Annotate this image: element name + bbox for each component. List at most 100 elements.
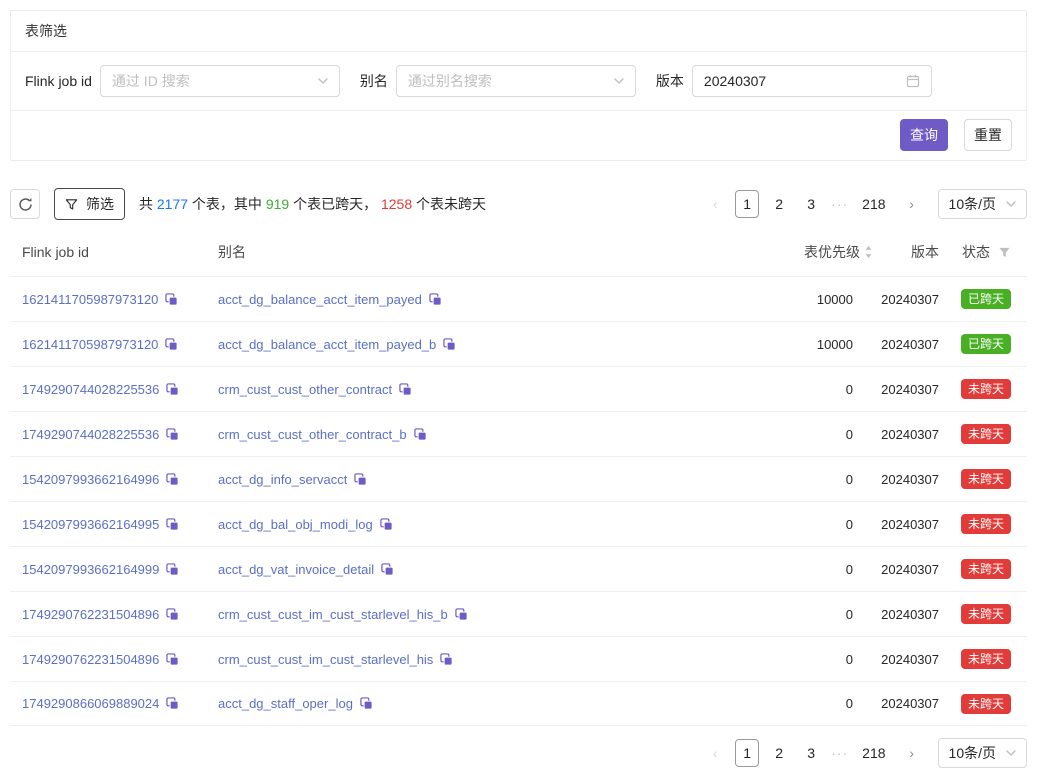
table-row: 1621411705987973120 acct_dg_balance_acct… bbox=[10, 321, 1027, 366]
next-page-button[interactable]: › bbox=[900, 190, 924, 218]
alias-cell: crm_cust_cust_im_cust_starlevel_his_b bbox=[206, 607, 723, 622]
flink-job-id-link[interactable]: 1749290762231504896 bbox=[22, 652, 159, 667]
version-cell: 20240307 bbox=[873, 382, 943, 397]
header-status: 状态 bbox=[943, 242, 1027, 262]
status-badge: 未跨天 bbox=[961, 559, 1011, 579]
flink-job-id-link[interactable]: 1542097993662164999 bbox=[22, 562, 159, 577]
copy-icon[interactable] bbox=[166, 383, 179, 396]
copy-icon[interactable] bbox=[166, 697, 179, 710]
page-button-last[interactable]: 218 bbox=[856, 190, 891, 218]
page-size-select[interactable]: 10条/页 bbox=[938, 189, 1027, 219]
copy-icon[interactable] bbox=[399, 383, 412, 396]
header-alias: 别名 bbox=[206, 242, 723, 262]
status-cell: 已跨天 bbox=[943, 289, 1027, 309]
filter-toggle-button[interactable]: 筛选 bbox=[54, 188, 125, 220]
copy-icon[interactable] bbox=[380, 518, 393, 531]
alias-link[interactable]: crm_cust_cust_other_contract bbox=[218, 382, 392, 397]
copy-icon[interactable] bbox=[360, 697, 373, 710]
version-date-input[interactable]: 20240307 bbox=[692, 65, 932, 97]
copy-icon[interactable] bbox=[166, 653, 179, 666]
flink-job-id-select[interactable]: 通过 ID 搜索 bbox=[100, 65, 340, 97]
page-button-2[interactable]: 2 bbox=[767, 190, 791, 218]
header-version: 版本 bbox=[873, 242, 943, 262]
flink-job-id-cell: 1749290866069889024 bbox=[10, 696, 206, 711]
flink-job-id-link[interactable]: 1621411705987973120 bbox=[22, 337, 158, 352]
flink-job-id-link[interactable]: 1542097993662164996 bbox=[22, 472, 159, 487]
flink-job-id-placeholder: 通过 ID 搜索 bbox=[112, 71, 310, 91]
refresh-button[interactable] bbox=[10, 189, 40, 219]
sort-icon[interactable] bbox=[864, 245, 873, 259]
page-button-2[interactable]: 2 bbox=[767, 739, 791, 767]
prev-page-button[interactable]: ‹ bbox=[703, 739, 727, 767]
page-button-1[interactable]: 1 bbox=[735, 739, 759, 767]
alias-link[interactable]: acct_dg_balance_acct_item_payed bbox=[218, 292, 422, 307]
page-button-3[interactable]: 3 bbox=[799, 190, 823, 218]
copy-icon[interactable] bbox=[455, 608, 468, 621]
copy-icon[interactable] bbox=[429, 293, 442, 306]
alias-link[interactable]: acct_dg_staff_oper_log bbox=[218, 696, 353, 711]
version-value: 20240307 bbox=[704, 73, 898, 89]
copy-icon[interactable] bbox=[381, 563, 394, 576]
copy-icon[interactable] bbox=[166, 608, 179, 621]
page-button-3[interactable]: 3 bbox=[799, 739, 823, 767]
flink-job-id-link[interactable]: 1749290762231504896 bbox=[22, 607, 159, 622]
query-button[interactable]: 查询 bbox=[900, 119, 948, 151]
alias-select[interactable]: 通过别名搜索 bbox=[396, 65, 636, 97]
page-size-select[interactable]: 10条/页 bbox=[938, 738, 1027, 768]
filter-funnel-icon[interactable] bbox=[998, 246, 1011, 259]
priority-cell: 0 bbox=[723, 562, 873, 577]
alias-cell: acct_dg_vat_invoice_detail bbox=[206, 562, 723, 577]
copy-icon[interactable] bbox=[165, 338, 178, 351]
copy-icon[interactable] bbox=[166, 518, 179, 531]
page-ellipsis[interactable]: ··· bbox=[831, 196, 848, 212]
flink-job-id-cell: 1749290762231504896 bbox=[10, 652, 206, 667]
priority-cell: 0 bbox=[723, 517, 873, 532]
alias-link[interactable]: crm_cust_cust_other_contract_b bbox=[218, 427, 407, 442]
priority-cell: 10000 bbox=[723, 337, 873, 352]
flink-job-id-link[interactable]: 1542097993662164995 bbox=[22, 517, 159, 532]
priority-cell: 0 bbox=[723, 696, 873, 711]
summary-uncrossed: 1258 bbox=[381, 196, 412, 212]
alias-link[interactable]: crm_cust_cust_im_cust_starlevel_his bbox=[218, 652, 433, 667]
table-row: 1749290744028225536 crm_cust_cust_other_… bbox=[10, 366, 1027, 411]
flink-job-id-link[interactable]: 1621411705987973120 bbox=[22, 292, 158, 307]
copy-icon[interactable] bbox=[443, 338, 456, 351]
page-button-last[interactable]: 218 bbox=[856, 739, 891, 767]
page-button-1[interactable]: 1 bbox=[735, 190, 759, 218]
copy-icon[interactable] bbox=[166, 473, 179, 486]
flink-job-id-link[interactable]: 1749290866069889024 bbox=[22, 696, 159, 711]
flink-job-id-link[interactable]: 1749290744028225536 bbox=[22, 427, 159, 442]
chevron-down-icon bbox=[1006, 201, 1016, 207]
copy-icon[interactable] bbox=[440, 653, 453, 666]
flink-job-id-label: Flink job id bbox=[25, 73, 92, 89]
status-badge: 已跨天 bbox=[961, 289, 1011, 309]
flink-job-id-cell: 1749290744028225536 bbox=[10, 427, 206, 442]
prev-page-button[interactable]: ‹ bbox=[703, 190, 727, 218]
filter-panel: 表筛选 Flink job id 通过 ID 搜索 别名 通过别名搜索 bbox=[10, 10, 1027, 161]
copy-icon[interactable] bbox=[165, 293, 178, 306]
page: 表筛选 Flink job id 通过 ID 搜索 别名 通过别名搜索 bbox=[0, 0, 1037, 768]
alias-link[interactable]: acct_dg_bal_obj_modi_log bbox=[218, 517, 373, 532]
copy-icon[interactable] bbox=[354, 473, 367, 486]
copy-icon[interactable] bbox=[166, 428, 179, 441]
flink-job-id-link[interactable]: 1749290744028225536 bbox=[22, 382, 159, 397]
alias-field: 别名 通过别名搜索 bbox=[360, 65, 636, 97]
copy-icon[interactable] bbox=[414, 428, 427, 441]
table-row: 1749290762231504896 crm_cust_cust_im_cus… bbox=[10, 636, 1027, 681]
alias-link[interactable]: crm_cust_cust_im_cust_starlevel_his_b bbox=[218, 607, 448, 622]
alias-link[interactable]: acct_dg_balance_acct_item_payed_b bbox=[218, 337, 436, 352]
version-cell: 20240307 bbox=[873, 562, 943, 577]
reset-button[interactable]: 重置 bbox=[964, 119, 1012, 151]
alias-cell: acct_dg_info_servacct bbox=[206, 472, 723, 487]
summary-seg: 个表，其中 bbox=[188, 196, 266, 212]
priority-cell: 0 bbox=[723, 427, 873, 442]
page-ellipsis[interactable]: ··· bbox=[831, 745, 848, 761]
next-page-button[interactable]: › bbox=[900, 739, 924, 767]
copy-icon[interactable] bbox=[166, 563, 179, 576]
alias-link[interactable]: acct_dg_vat_invoice_detail bbox=[218, 562, 374, 577]
priority-cell: 10000 bbox=[723, 292, 873, 307]
table-row: 1542097993662164999 acct_dg_vat_invoice_… bbox=[10, 546, 1027, 591]
alias-link[interactable]: acct_dg_info_servacct bbox=[218, 472, 347, 487]
version-label: 版本 bbox=[656, 71, 684, 91]
alias-label: 别名 bbox=[360, 71, 388, 91]
